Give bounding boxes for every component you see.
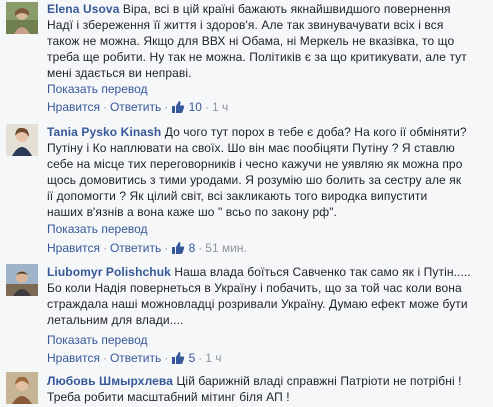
comment-text-line: щось домовитись з тими уродами. Я розумі…	[47, 173, 462, 187]
comment-text-line: наших в'язнів а вона каже шо " всьо по з…	[47, 205, 337, 219]
comment-text-line: Віра, всі в цій країні бажають якнайшвид…	[122, 2, 451, 16]
comment-text-line: себе на місце тих переговорників і чесно…	[47, 157, 463, 171]
comments-thread: Elena Usova Віра, всі в цій країні бажаю…	[0, 0, 493, 407]
like-link[interactable]: Нравится	[47, 100, 100, 114]
avatar[interactable]	[6, 372, 38, 404]
comment-author[interactable]: Любовь Шмырхлева	[47, 374, 173, 388]
comment-text-line: Наша влада боїться Савченко так само як …	[174, 265, 471, 279]
comment-text-line: Путіну і Ко наплювати на своїх. Шо він м…	[47, 141, 455, 155]
comment-body: Любовь Шмырхлева Цій барижній владі спра…	[47, 373, 487, 405]
comment-text-line: Надї і збереження її життя і здоров'я. А…	[47, 18, 444, 32]
separator: ·	[164, 241, 169, 255]
comment-text-line: Цій барижній владі справжні Патріоти не …	[176, 374, 462, 388]
avatar-image	[6, 264, 38, 296]
comment-body: Liubomyr Polishchuk Наша влада боїться С…	[47, 264, 487, 328]
likes-count[interactable]: 10	[189, 100, 202, 114]
comment-author[interactable]: Elena Usova	[47, 2, 119, 16]
show-translation-link[interactable]: Показать перевод	[47, 332, 148, 348]
separator: ·	[102, 241, 107, 255]
avatar[interactable]	[6, 2, 38, 34]
separator: ·	[204, 100, 209, 114]
reply-link[interactable]: Ответить	[110, 351, 161, 365]
likes-count[interactable]: 5	[189, 351, 196, 365]
like-link[interactable]: Нравится	[47, 351, 100, 365]
separator: ·	[164, 100, 169, 114]
avatar-image	[6, 2, 38, 34]
reply-link[interactable]: Ответить	[110, 100, 161, 114]
avatar[interactable]	[6, 124, 38, 156]
comment-text-line: До чого тут порох в тебе є доба? На кого…	[164, 125, 467, 139]
separator: ·	[198, 351, 203, 365]
comment-text-line: треба ще робити. Ну так не можна. Політи…	[47, 50, 467, 64]
comment-author[interactable]: Liubomyr Polishchuk	[47, 265, 171, 279]
comment-text-line: страждала наші можновладці розривали Укр…	[47, 297, 468, 311]
separator: ·	[164, 351, 169, 365]
comment-text-line: мені здається ви неправі.	[47, 66, 192, 80]
comment-text-line: летальним для влади....	[47, 313, 184, 327]
avatar-image	[6, 372, 38, 404]
show-translation-link[interactable]: Показать перевод	[47, 81, 148, 97]
reply-link[interactable]: Ответить	[110, 241, 161, 255]
comment-time[interactable]: 51 мин.	[205, 241, 247, 255]
comment-text-line: Бо коли Надія повернеться в Україну і по…	[47, 281, 462, 295]
comment-text-line: також не можна. Якщо для ВВХ ні Обама, н…	[47, 34, 455, 48]
comment-actions: Нравится · Ответить · 5 · 1 ч	[47, 350, 222, 366]
comment-time[interactable]: 1 ч	[205, 351, 221, 365]
thumbs-up-icon	[172, 242, 185, 254]
avatar-image	[6, 124, 38, 156]
comment-actions: Нравится · Ответить · 10 · 1 ч	[47, 99, 228, 115]
likes-count[interactable]: 8	[189, 241, 196, 255]
separator: ·	[102, 100, 107, 114]
show-translation-link[interactable]: Показать перевод	[47, 221, 148, 237]
comment-body: Tania Pysko Kinash До чого тут порох в т…	[47, 124, 487, 220]
comment-author[interactable]: Tania Pysko Kinash	[47, 125, 161, 139]
thumbs-up-icon	[172, 101, 185, 113]
comment-text-line: ії допомогти ? Як цілий світ, всі заклик…	[47, 189, 428, 203]
comment-text-line: Треба робити масштабний мітинг біля АП !	[47, 390, 290, 404]
avatar[interactable]	[6, 264, 38, 296]
separator: ·	[102, 351, 107, 365]
thumbs-up-icon	[172, 352, 185, 364]
separator: ·	[198, 241, 203, 255]
comment-body: Elena Usova Віра, всі в цій країні бажаю…	[47, 1, 487, 81]
like-link[interactable]: Нравится	[47, 241, 100, 255]
comment-time[interactable]: 1 ч	[212, 100, 228, 114]
comment-actions: Нравится · Ответить · 8 · 51 мин.	[47, 240, 247, 256]
